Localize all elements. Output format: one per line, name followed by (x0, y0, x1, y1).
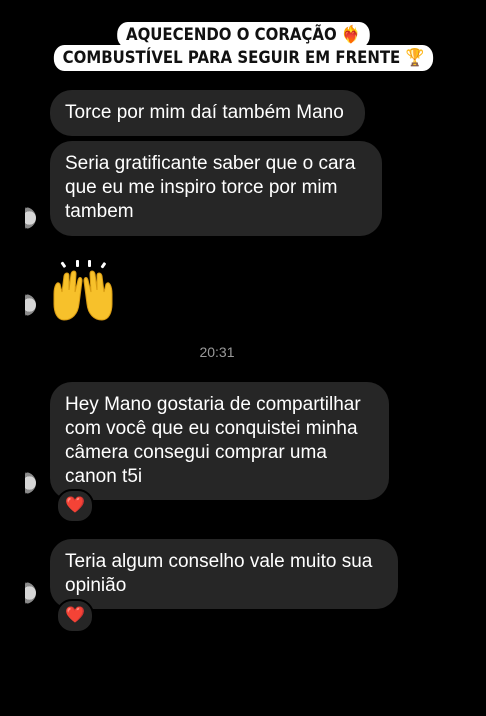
caption-text-2: COMBUSTÍVEL PARA SEGUIR EM FRENTE 🏆 (53, 45, 433, 71)
message-text: Hey Mano gostaria de compartilhar com vo… (65, 394, 361, 487)
message-text: Seria gratificante saber que o cara que … (65, 153, 356, 222)
message-bubble[interactable]: Seria gratificante saber que o cara que … (50, 141, 382, 236)
heart-reaction[interactable]: ❤️ (56, 489, 94, 523)
sender-avatar[interactable] (25, 294, 36, 316)
caption-line-2: COMBUSTÍVEL PARA SEGUIR EM FRENTE 🏆 (0, 45, 486, 71)
message-text: Torce por mim daí também Mano (65, 102, 344, 123)
message-bubble[interactable]: Teria algum conselho vale muito sua opin… (50, 539, 398, 609)
sender-avatar[interactable] (25, 472, 36, 494)
raising-hands-icon[interactable] (48, 258, 118, 324)
message-text: Teria algum conselho vale muito sua opin… (65, 551, 373, 596)
sender-avatar[interactable] (25, 207, 36, 229)
timestamp: 20:31 (199, 344, 235, 360)
message-bubble[interactable]: Hey Mano gostaria de compartilhar com vo… (50, 382, 389, 500)
heart-reaction[interactable]: ❤️ (56, 599, 94, 633)
sender-avatar[interactable] (25, 582, 36, 604)
message-bubble[interactable]: Torce por mim daí também Mano (50, 90, 365, 136)
